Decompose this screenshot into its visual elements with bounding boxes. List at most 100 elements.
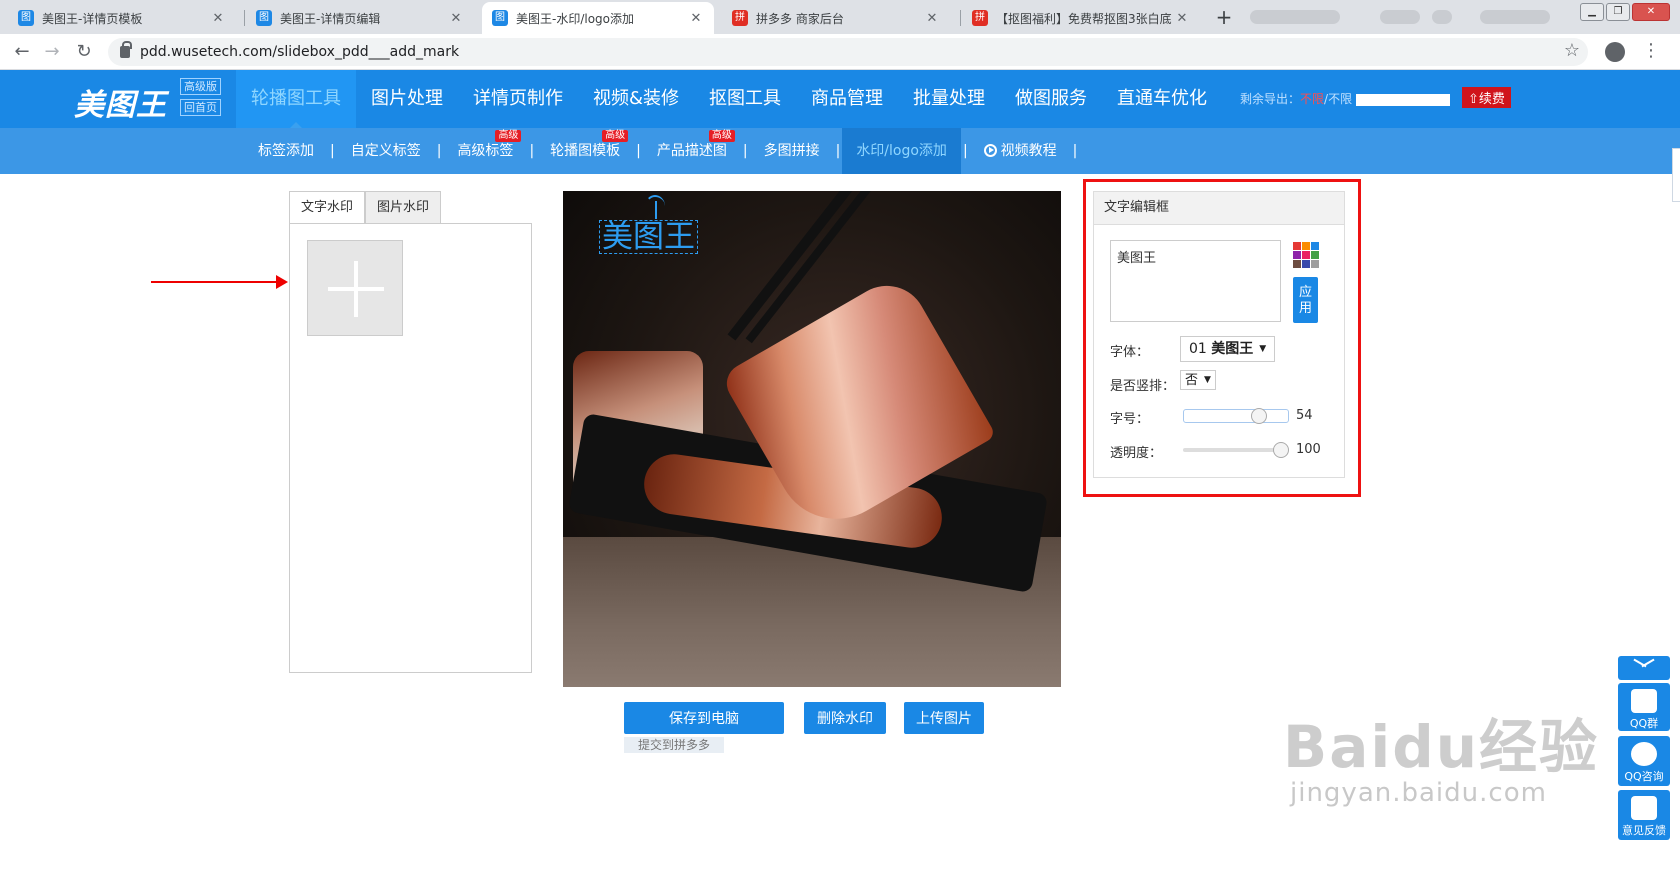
subnav-carousel-template[interactable]: 轮播图模板 高级 (536, 128, 634, 174)
nav-ztc-optimization[interactable]: 直通车优化 (1102, 70, 1222, 128)
nav-batch-processing[interactable]: 批量处理 (898, 70, 1000, 128)
meitu-favicon-icon: 图 (492, 10, 508, 26)
browser-tab-active[interactable]: 图 美图王-水印/logo添加 ✕ (482, 2, 714, 34)
upload-image-button[interactable]: 上传图片 (904, 702, 984, 734)
chevron-down-icon (1635, 662, 1653, 672)
browser-tab[interactable]: 拼 【抠图福利】免费帮抠图3张白底 ✕ (962, 2, 1200, 34)
browser-tab-bar: 图 美图王-详情页模板 ✕ 图 美图王-详情页编辑 ✕ 图 美图王-水印/log… (0, 0, 1680, 34)
subnav-advanced-tag[interactable]: 高级标签 高级 (443, 128, 527, 174)
nav-video-decor[interactable]: 视频&装修 (578, 70, 694, 128)
close-window-icon[interactable]: ✕ (1632, 3, 1670, 21)
slider-knob[interactable] (1251, 408, 1267, 424)
nav-detail-page[interactable]: 详情页制作 (458, 70, 578, 128)
forward-arrow-icon[interactable]: → (40, 40, 64, 64)
opacity-slider[interactable] (1183, 442, 1289, 458)
subnav-watermark-logo[interactable]: 水印/logo添加 (842, 128, 961, 174)
reload-icon[interactable]: ↻ (72, 40, 96, 64)
nav-product-management[interactable]: 商品管理 (796, 70, 898, 128)
vertical-select[interactable]: 否 ▼ (1180, 370, 1216, 390)
subnav-tag-add[interactable]: 标签添加 (244, 128, 328, 174)
subnav-multi-image-stitch[interactable]: 多图拼接 (750, 128, 834, 174)
browser-tab[interactable]: 图 美图王-详情页模板 ✕ (8, 2, 236, 34)
logo-badges: 高级版 回首页 (180, 78, 221, 116)
close-icon[interactable]: ✕ (448, 11, 464, 26)
url-input[interactable]: pdd.wusetech.com/slidebox_pdd___add_mark (108, 38, 1588, 66)
tab-text-watermark[interactable]: 文字水印 (289, 191, 366, 224)
add-watermark-button[interactable] (307, 240, 403, 336)
color-swatch[interactable] (1302, 260, 1310, 268)
home-link[interactable]: 回首页 (180, 99, 221, 116)
font-select[interactable]: 01 美图王 ▼ (1180, 336, 1276, 362)
rotate-handle-icon[interactable] (645, 195, 665, 219)
color-palette-icon[interactable] (1293, 242, 1319, 268)
account-icon[interactable] (1605, 42, 1625, 62)
color-swatch[interactable] (1302, 242, 1310, 250)
close-icon[interactable]: ✕ (924, 11, 940, 26)
red-annotation-arrow (151, 275, 288, 289)
more-menu-icon[interactable]: ⋮ (1642, 40, 1660, 61)
blurred-region (1380, 10, 1420, 24)
color-swatch[interactable] (1293, 251, 1301, 259)
minimize-icon[interactable]: ▁ (1580, 3, 1604, 21)
watermark-text-overlay[interactable]: 美图王 (599, 220, 698, 254)
side-scroll-handle[interactable] (1672, 148, 1680, 202)
qq-group-button[interactable]: QQ群 (1618, 683, 1670, 731)
tab-image-watermark[interactable]: 图片水印 (365, 191, 442, 224)
new-tab-button[interactable]: + (1210, 5, 1238, 31)
nav-design-service[interactable]: 做图服务 (1000, 70, 1102, 128)
nav-divider: | (742, 143, 748, 159)
collapse-float-button[interactable] (1618, 656, 1670, 680)
upload-arrow-icon: ⇧ (1468, 92, 1479, 107)
nav-divider: | (330, 143, 335, 159)
back-arrow-icon[interactable]: ← (10, 40, 34, 64)
apply-button[interactable]: 应用 (1293, 277, 1318, 323)
font-size-slider[interactable] (1183, 408, 1289, 424)
color-swatch[interactable] (1293, 260, 1301, 268)
delete-watermark-button[interactable]: 删除水印 (804, 702, 886, 734)
slider-knob[interactable] (1273, 442, 1289, 458)
address-bar: ← → ↻ pdd.wusetech.com/slidebox_pdd___ad… (0, 34, 1680, 70)
submit-to-pdd-link[interactable]: 提交到拼多多 (624, 737, 724, 753)
browser-tab[interactable]: 图 美图王-详情页编辑 ✕ (246, 2, 474, 34)
bookmark-star-icon[interactable]: ☆ (1564, 40, 1580, 61)
text-editor-panel: 文字编辑框 应用 字体： 01 美图王▼ 是否竖排： 否▼ 字号： 54 透明度… (1093, 191, 1345, 478)
close-icon[interactable]: ✕ (210, 11, 226, 26)
subnav-custom-tag[interactable]: 自定义标签 (337, 128, 435, 174)
close-icon[interactable]: ✕ (688, 11, 704, 26)
qq-consult-button[interactable]: QQ咨询 (1618, 736, 1670, 786)
feedback-button[interactable]: 意见反馈 (1618, 790, 1670, 840)
baidu-jingyan-watermark: Baidu经验 (1283, 713, 1600, 781)
color-swatch[interactable] (1302, 251, 1310, 259)
nav-cutout-tools[interactable]: 抠图工具 (694, 70, 796, 128)
window-controls: ▁ ❐ ✕ (1580, 3, 1670, 21)
font-label: 字体： (1110, 345, 1150, 360)
renew-button[interactable]: ⇧续费 (1462, 87, 1511, 108)
watermark-text-input[interactable] (1110, 240, 1281, 322)
baidu-jingyan-domain: jingyan.baidu.com (1290, 778, 1547, 808)
tab-title: 美图王-水印/logo添加 (516, 11, 635, 26)
quota-unlimited: 不限 (1300, 92, 1325, 106)
color-swatch[interactable] (1311, 260, 1319, 268)
close-icon[interactable]: ✕ (1174, 11, 1190, 26)
browser-tab[interactable]: 拼 拼多多 商家后台 ✕ (722, 2, 950, 34)
tab-title: 【抠图福利】免费帮抠图3张白底 (996, 11, 1172, 26)
sub-nav: 标签添加 | 自定义标签 | 高级标签 高级 | 轮播图模板 高级 | 产品描述图高… (0, 128, 1680, 174)
color-swatch[interactable] (1293, 242, 1301, 250)
main-nav: 轮播图工具 图片处理 详情页制作 视频&装修 抠图工具 商品管理 批量处理 做图… (236, 70, 1222, 128)
nav-divider: | (835, 143, 841, 159)
image-canvas[interactable]: 美图王 (563, 191, 1061, 687)
subnav-product-description[interactable]: 产品描述图 高级 (643, 128, 741, 174)
quota-label: 剩余导出： (1240, 92, 1301, 106)
edit-icon (1631, 796, 1657, 820)
nav-image-processing[interactable]: 图片处理 (356, 70, 458, 128)
nav-carousel-tools[interactable]: 轮播图工具 (236, 70, 356, 128)
color-swatch[interactable] (1311, 242, 1319, 250)
lock-icon (120, 41, 132, 58)
restore-icon[interactable]: ❐ (1606, 3, 1630, 21)
save-to-computer-button[interactable]: 保存到电脑 (624, 702, 784, 734)
site-logo[interactable]: 美图王 (74, 80, 167, 124)
subnav-video-tutorial[interactable]: 视频教程 (970, 128, 1071, 174)
opacity-label: 透明度： (1110, 446, 1163, 461)
color-swatch[interactable] (1311, 251, 1319, 259)
premium-badge: 高级 (495, 130, 522, 142)
